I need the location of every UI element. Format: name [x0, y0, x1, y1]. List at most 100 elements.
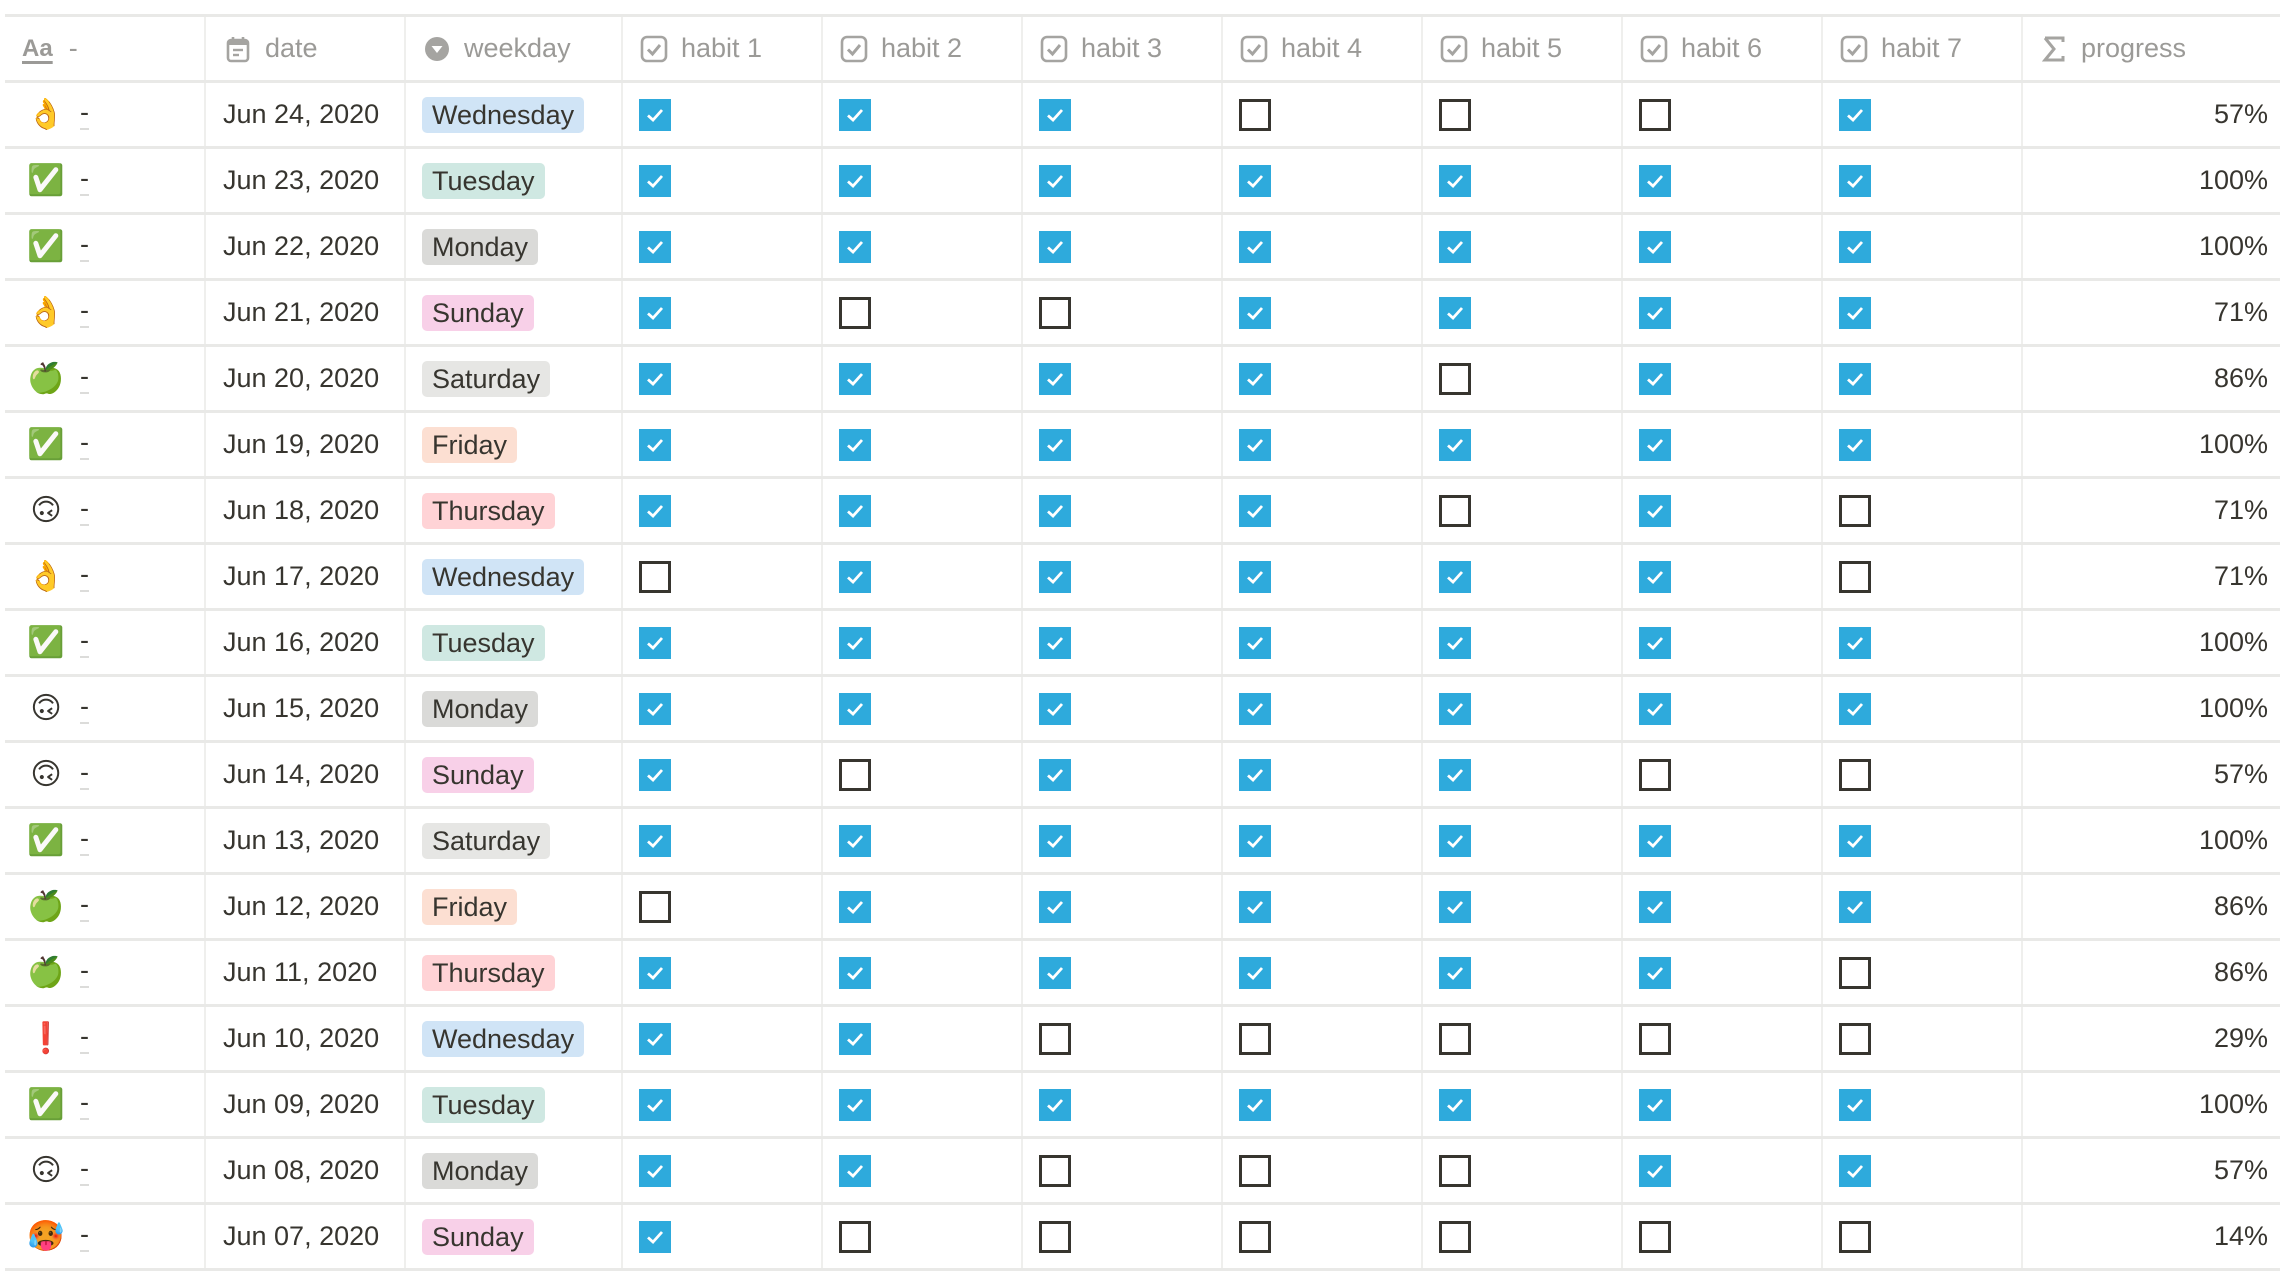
weekday-cell[interactable]: Friday: [406, 875, 623, 938]
title-cell[interactable]: 👌 -: [5, 83, 206, 146]
habit-checkbox-unchecked[interactable]: [1839, 758, 1871, 791]
habit-checkbox-checked[interactable]: [1839, 626, 1871, 659]
habit-checkbox-checked[interactable]: [1639, 494, 1671, 527]
habit-checkbox-checked[interactable]: [839, 98, 871, 131]
habit-checkbox-checked[interactable]: [639, 494, 671, 527]
habit-checkbox-checked[interactable]: [839, 230, 871, 263]
row-title[interactable]: -: [80, 1155, 89, 1186]
habit-checkbox-checked[interactable]: [1839, 428, 1871, 461]
weekday-cell[interactable]: Monday: [406, 1139, 623, 1202]
habit-checkbox-checked[interactable]: [1839, 1154, 1871, 1187]
weekday-cell[interactable]: Saturday: [406, 347, 623, 410]
table-row[interactable]: ✅ - Jun 13, 2020 Saturday 100%: [5, 809, 2280, 875]
habit-checkbox-unchecked[interactable]: [839, 296, 871, 329]
habit-checkbox-checked[interactable]: [639, 824, 671, 857]
title-cell[interactable]: 👌 -: [5, 281, 206, 344]
weekday-cell[interactable]: Wednesday: [406, 1007, 623, 1070]
date-cell[interactable]: Jun 20, 2020: [206, 347, 406, 410]
habit-checkbox-checked[interactable]: [1639, 164, 1671, 197]
habit-checkbox-checked[interactable]: [639, 1088, 671, 1121]
weekday-cell[interactable]: Saturday: [406, 809, 623, 872]
column-header-habit-6[interactable]: habit 6: [1623, 17, 1823, 80]
title-cell[interactable]: ✅ -: [5, 1073, 206, 1136]
habit-checkbox-checked[interactable]: [839, 824, 871, 857]
habit-checkbox-checked[interactable]: [1439, 560, 1471, 593]
table-row[interactable]: 🍏 - Jun 20, 2020 Saturday 86%: [5, 347, 2280, 413]
habit-checkbox-checked[interactable]: [639, 296, 671, 329]
table-row[interactable]: 🍏 - Jun 12, 2020 Friday 86%: [5, 875, 2280, 941]
habit-checkbox-checked[interactable]: [639, 692, 671, 725]
weekday-cell[interactable]: Monday: [406, 215, 623, 278]
date-cell[interactable]: Jun 17, 2020: [206, 545, 406, 608]
habit-checkbox-unchecked[interactable]: [1639, 98, 1671, 131]
row-title[interactable]: -: [80, 99, 89, 130]
table-row[interactable]: 🍏 - Jun 11, 2020 Thursday 86%: [5, 941, 2280, 1007]
habit-checkbox-checked[interactable]: [839, 362, 871, 395]
habit-checkbox-checked[interactable]: [1039, 362, 1071, 395]
date-cell[interactable]: Jun 14, 2020: [206, 743, 406, 806]
habit-checkbox-checked[interactable]: [1039, 626, 1071, 659]
habit-checkbox-checked[interactable]: [639, 230, 671, 263]
habit-checkbox-checked[interactable]: [1239, 890, 1271, 923]
date-cell[interactable]: Jun 08, 2020: [206, 1139, 406, 1202]
habit-checkbox-unchecked[interactable]: [1039, 1220, 1071, 1253]
habit-checkbox-checked[interactable]: [1639, 956, 1671, 989]
habit-checkbox-checked[interactable]: [1439, 890, 1471, 923]
habit-checkbox-checked[interactable]: [839, 560, 871, 593]
habit-checkbox-unchecked[interactable]: [1439, 1022, 1471, 1055]
weekday-cell[interactable]: Tuesday: [406, 149, 623, 212]
column-header-habit-3[interactable]: habit 3: [1023, 17, 1223, 80]
habit-checkbox-checked[interactable]: [1639, 428, 1671, 461]
habit-checkbox-checked[interactable]: [1439, 692, 1471, 725]
habit-checkbox-checked[interactable]: [1239, 956, 1271, 989]
habit-checkbox-checked[interactable]: [1239, 626, 1271, 659]
habit-checkbox-checked[interactable]: [639, 428, 671, 461]
habit-checkbox-checked[interactable]: [839, 1154, 871, 1187]
habit-checkbox-checked[interactable]: [1639, 890, 1671, 923]
row-title[interactable]: -: [80, 627, 89, 658]
habit-checkbox-checked[interactable]: [1439, 296, 1471, 329]
column-header-habit-1[interactable]: habit 1: [623, 17, 823, 80]
date-cell[interactable]: Jun 12, 2020: [206, 875, 406, 938]
column-header-habit-5[interactable]: habit 5: [1423, 17, 1623, 80]
habit-checkbox-checked[interactable]: [1839, 98, 1871, 131]
row-title[interactable]: -: [80, 957, 89, 988]
habit-checkbox-checked[interactable]: [1639, 692, 1671, 725]
title-cell[interactable]: ✅ -: [5, 809, 206, 872]
row-title[interactable]: -: [80, 495, 89, 526]
row-title[interactable]: -: [80, 165, 89, 196]
habit-checkbox-checked[interactable]: [1639, 1154, 1671, 1187]
habit-checkbox-checked[interactable]: [1639, 560, 1671, 593]
habit-checkbox-checked[interactable]: [1239, 560, 1271, 593]
title-cell[interactable]: ✅ -: [5, 215, 206, 278]
habit-checkbox-checked[interactable]: [1839, 164, 1871, 197]
weekday-cell[interactable]: Tuesday: [406, 611, 623, 674]
habit-checkbox-checked[interactable]: [1039, 428, 1071, 461]
habit-checkbox-unchecked[interactable]: [1239, 1220, 1271, 1253]
table-row[interactable]: 🙃 - Jun 14, 2020 Sunday 57%: [5, 743, 2280, 809]
title-cell[interactable]: 🥵 -: [5, 1205, 206, 1268]
date-cell[interactable]: Jun 21, 2020: [206, 281, 406, 344]
habit-checkbox-checked[interactable]: [1839, 296, 1871, 329]
title-cell[interactable]: 🙃 -: [5, 743, 206, 806]
row-title[interactable]: -: [80, 1089, 89, 1120]
habit-checkbox-checked[interactable]: [1839, 692, 1871, 725]
date-cell[interactable]: Jun 22, 2020: [206, 215, 406, 278]
habit-checkbox-checked[interactable]: [1239, 758, 1271, 791]
row-title[interactable]: -: [80, 297, 89, 328]
habit-checkbox-checked[interactable]: [1239, 296, 1271, 329]
habit-checkbox-checked[interactable]: [1839, 824, 1871, 857]
table-row[interactable]: 🥵 - Jun 07, 2020 Sunday 14%: [5, 1205, 2280, 1271]
habit-checkbox-unchecked[interactable]: [1839, 956, 1871, 989]
habit-checkbox-checked[interactable]: [1439, 230, 1471, 263]
row-title[interactable]: -: [80, 693, 89, 724]
habit-checkbox-checked[interactable]: [1839, 362, 1871, 395]
table-row[interactable]: ❗ - Jun 10, 2020 Wednesday 29%: [5, 1007, 2280, 1073]
habit-checkbox-checked[interactable]: [1439, 956, 1471, 989]
date-cell[interactable]: Jun 07, 2020: [206, 1205, 406, 1268]
habit-checkbox-unchecked[interactable]: [639, 890, 671, 923]
habit-checkbox-checked[interactable]: [639, 758, 671, 791]
habit-checkbox-checked[interactable]: [1839, 890, 1871, 923]
habit-checkbox-checked[interactable]: [639, 362, 671, 395]
table-row[interactable]: 🙃 - Jun 15, 2020 Monday 100%: [5, 677, 2280, 743]
